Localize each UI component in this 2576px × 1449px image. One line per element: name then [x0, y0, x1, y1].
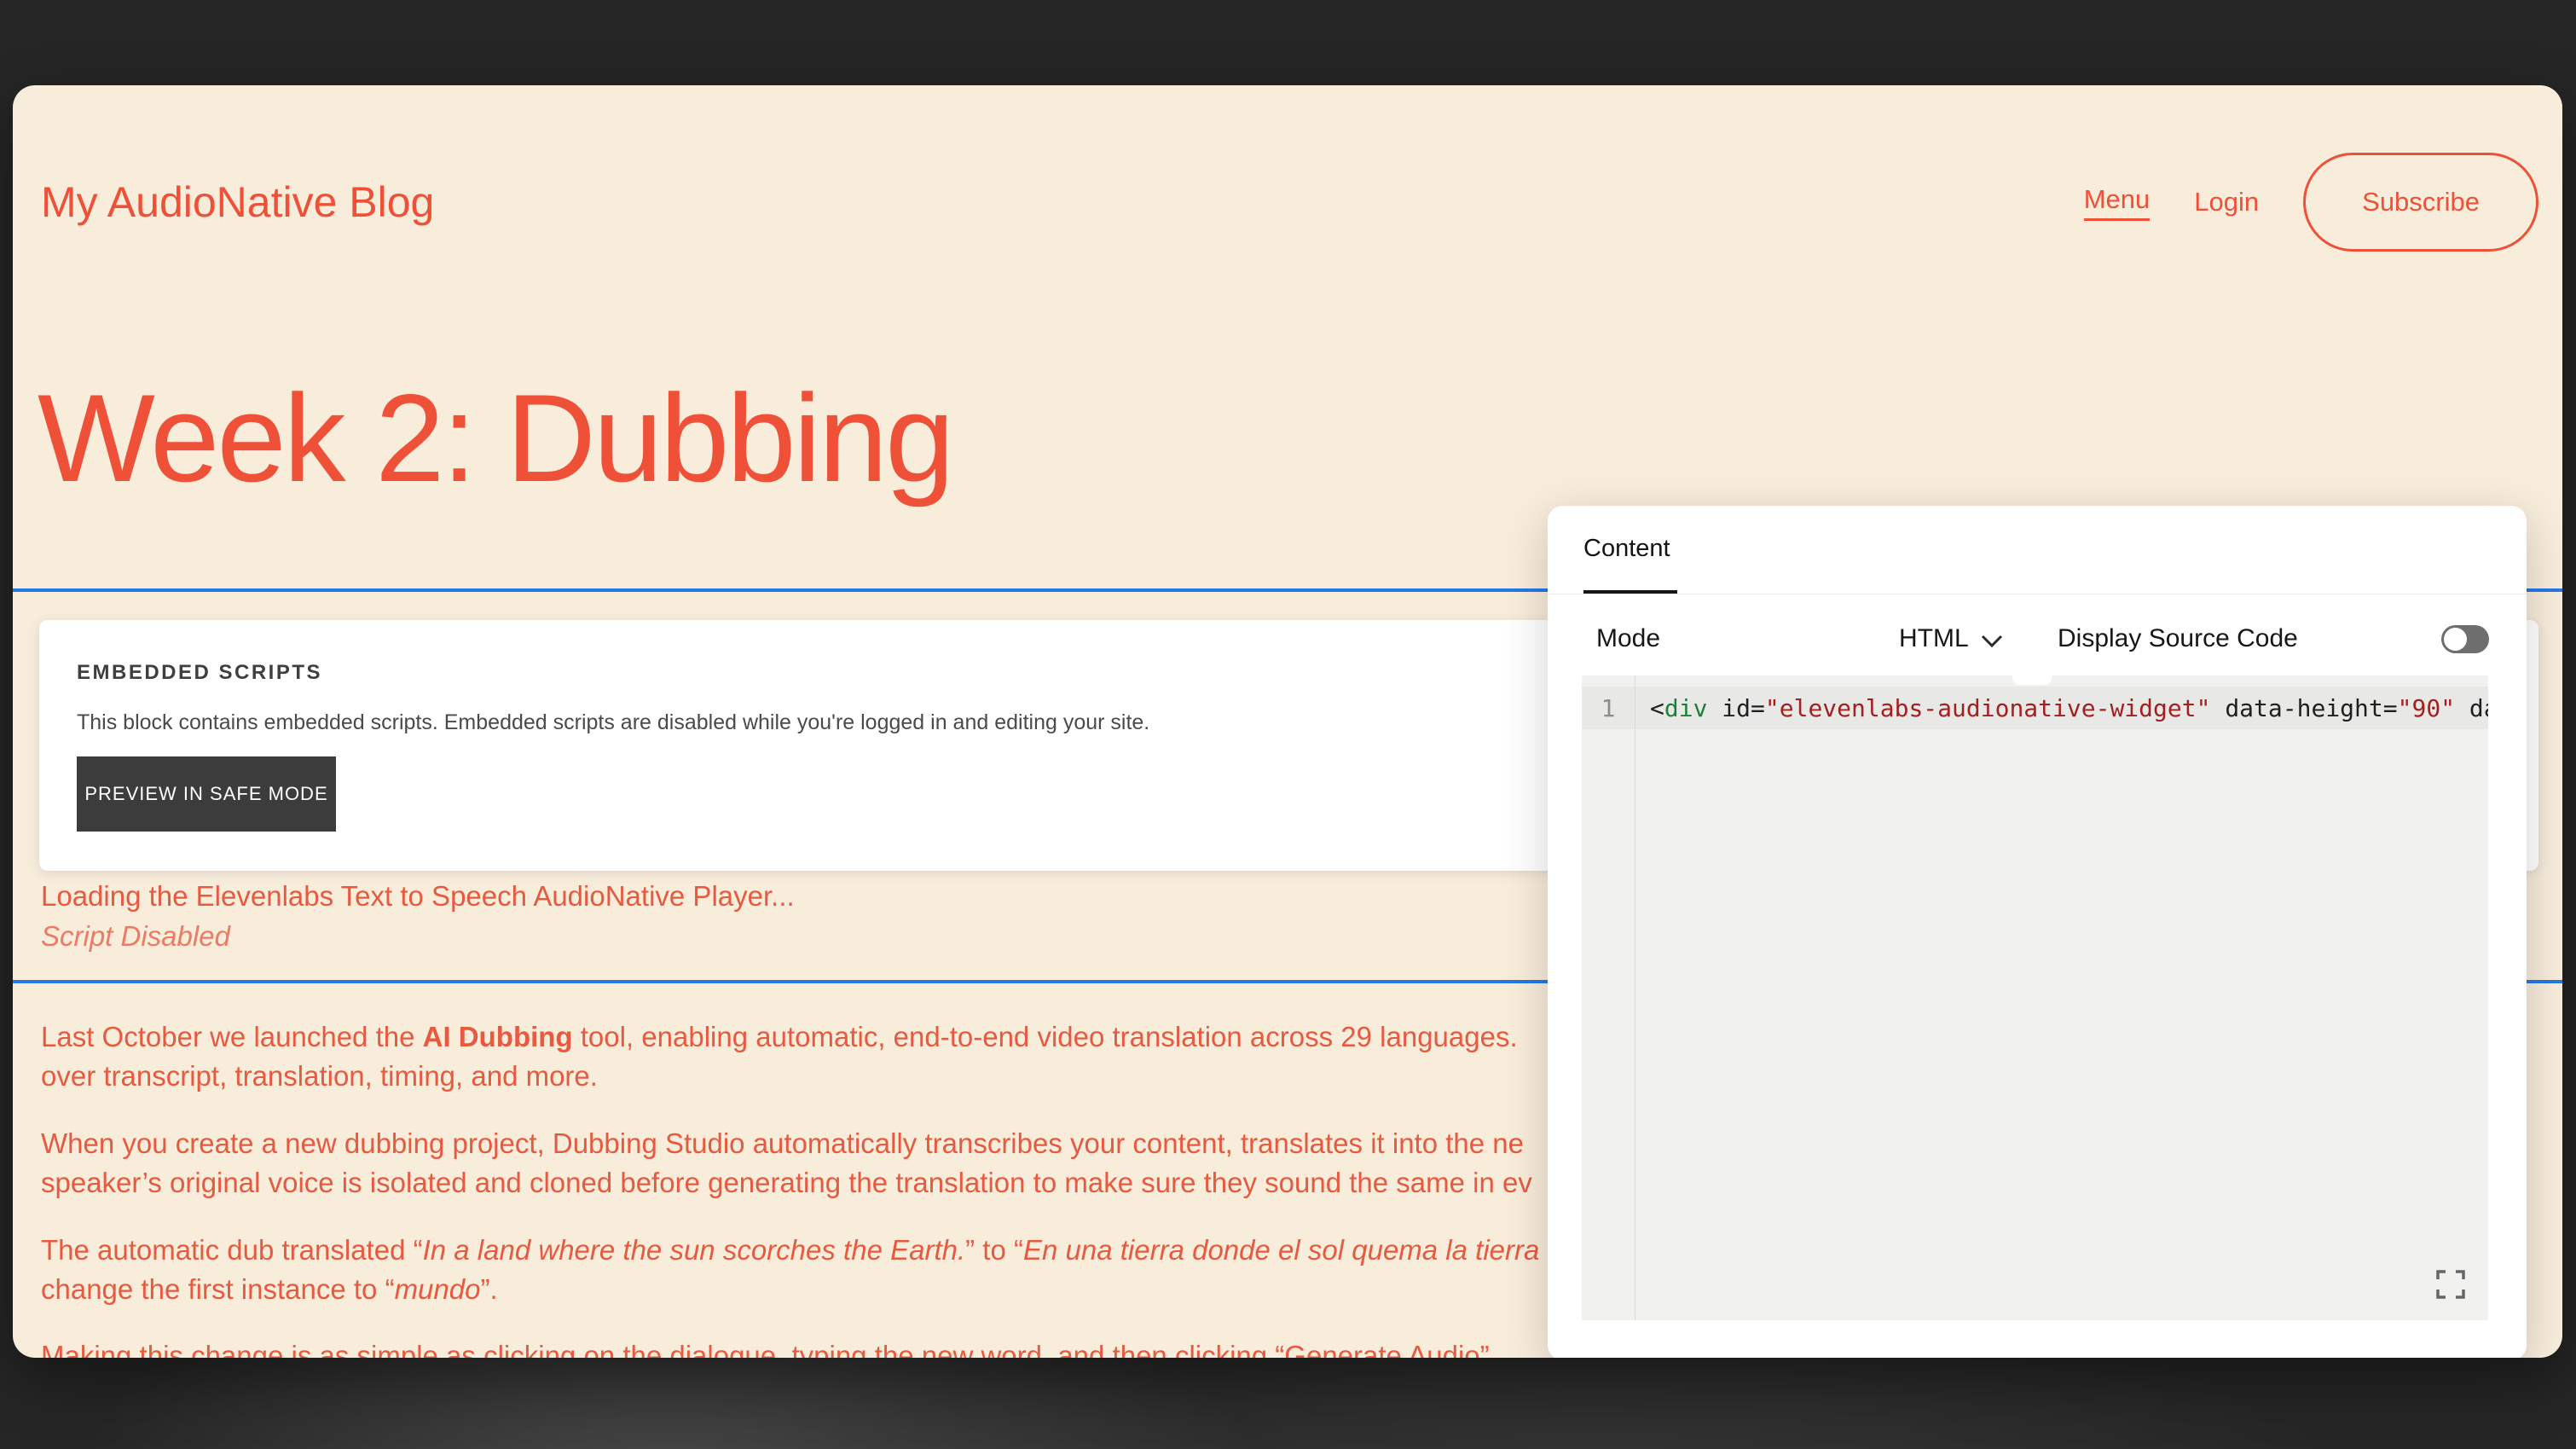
code-value-widget-id: "elevenlabs-audionative-widget": [1765, 694, 2211, 722]
paragraph-text: ”.: [480, 1273, 497, 1305]
mode-dropdown[interactable]: HTML: [1899, 624, 1969, 653]
player-loading-text: Loading the Elevenlabs Text to Speech Au…: [41, 880, 795, 913]
nav-menu-link[interactable]: Menu: [2084, 184, 2151, 221]
paragraph-3-line-2: change the first instance to “mundo”.: [41, 1270, 498, 1309]
subscribe-button[interactable]: Subscribe: [2303, 153, 2538, 252]
embedded-scripts-title: EMBEDDED SCRIPTS: [77, 661, 322, 685]
content-editor-panel: Content Mode HTML Display Source Code 1 …: [1548, 506, 2527, 1358]
toggle-knob: [2444, 628, 2467, 651]
ai-dubbing-bold-text: AI Dubbing: [423, 1021, 573, 1052]
code-line-1[interactable]: <div id="elevenlabs-audionative-widget" …: [1650, 694, 2488, 722]
site-title: My AudioNative Blog: [41, 177, 434, 227]
embedded-scripts-description: This block contains embedded scripts. Em…: [77, 710, 1149, 735]
post-title: Week 2: Dubbing: [38, 367, 952, 510]
code-attr-id: id=: [1707, 694, 1764, 722]
paragraph-text: change the first instance to “: [41, 1273, 395, 1305]
chevron-down-icon[interactable]: [1979, 633, 2005, 650]
display-source-code-toggle[interactable]: [2441, 625, 2489, 653]
paragraph-2-line-1: When you create a new dubbing project, D…: [41, 1124, 1524, 1163]
code-value-height: "90": [2398, 694, 2455, 722]
nav-login-link[interactable]: Login: [2194, 187, 2259, 217]
code-tag-name: div: [1664, 694, 1708, 722]
paragraph-4-line-1: Making this change is as simple as click…: [41, 1336, 1497, 1358]
paragraph-1-line-1: Last October we launched the AI Dubbing …: [41, 1017, 1518, 1057]
quoted-spanish-phrase: En una tierra donde el sol quema la tier…: [1023, 1234, 1539, 1266]
script-disabled-text: Script Disabled: [41, 920, 230, 953]
line-number: 1: [1582, 694, 1635, 722]
paragraph-2-line-2: speaker’s original voice is isolated and…: [41, 1163, 1532, 1203]
quoted-english-phrase: In a land where the sun scorches the Ear…: [423, 1234, 966, 1266]
html-code-editor[interactable]: 1 <div id="elevenlabs-audionative-widget…: [1582, 675, 2488, 1320]
paragraph-text: tool, enabling automatic, end-to-end vid…: [573, 1021, 1518, 1052]
code-attr-truncated: da: [2455, 694, 2488, 722]
editor-handle-notch: [2012, 675, 2052, 685]
paragraph-1-line-2: over transcript, translation, timing, an…: [41, 1057, 598, 1096]
blog-page-canvas: My AudioNative Blog Menu Login Subscribe…: [13, 85, 2562, 1358]
code-attr-data-height: data-height=: [2210, 694, 2397, 722]
paragraph-text: Last October we launched the: [41, 1021, 423, 1052]
tab-content[interactable]: Content: [1583, 535, 1670, 563]
mode-label: Mode: [1596, 624, 1660, 653]
paragraph-text: The automatic dub translated “: [41, 1234, 423, 1266]
paragraph-text: ” to “: [965, 1234, 1023, 1266]
header-nav: Menu Login Subscribe: [2084, 153, 2538, 252]
quoted-word-mundo: mundo: [395, 1273, 481, 1305]
fullscreen-icon[interactable]: [2435, 1269, 2466, 1300]
code-bracket: <: [1650, 694, 1664, 722]
preview-safe-mode-button[interactable]: PREVIEW IN SAFE MODE: [77, 756, 336, 832]
paragraph-3-line-1: The automatic dub translated “In a land …: [41, 1231, 1539, 1270]
display-source-code-label: Display Source Code: [2058, 624, 2298, 653]
